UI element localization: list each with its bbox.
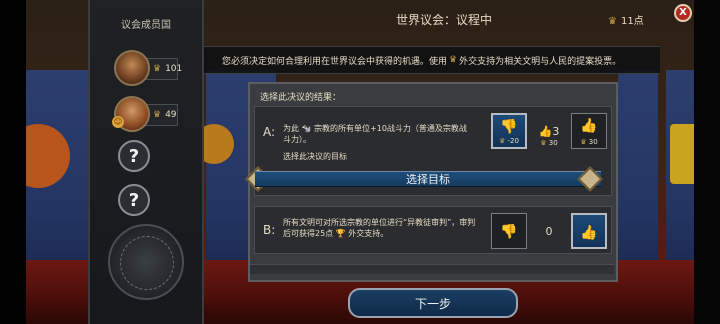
world-congress-emblem-icon: [108, 224, 184, 300]
vote-count: 0: [545, 224, 553, 238]
resolution-panel: 选择此决议的结果： A: 为此 🐄 宗教的所有单位+10战斗力（普通及宗教战斗力…: [245, 82, 618, 282]
notice-text-before: 您必须决定如何合理利用在世界议会中获得的机遇。使用: [222, 56, 448, 67]
notice-bar: 您必须决定如何合理利用在世界议会中获得的机遇。使用 ♛ 外交支持为相关文明与人民…: [204, 46, 660, 74]
member-votes: 101: [165, 64, 183, 74]
happy-status-icon: ☺: [112, 116, 124, 128]
next-step-button[interactable]: 下一步: [348, 288, 518, 318]
medal-icon: ♛: [153, 64, 162, 74]
points-display: ♛ 11点: [608, 12, 644, 27]
vote-cost: ♛ -20: [499, 137, 519, 145]
vote-up-button[interactable]: 👍 ♛ 30: [571, 113, 607, 149]
option-text: 所有文明可对所选宗教的单位进行“异教徒审判”，审判后可获得25点 🏆 外交支持。: [283, 218, 476, 238]
notice-text-after: 外交支持为相关文明与人民的提案投票。: [459, 56, 622, 67]
leader-portrait[interactable]: [114, 50, 150, 86]
member-votes: 49: [165, 110, 177, 120]
thumb-down-icon: 👎: [500, 119, 518, 135]
unknown-member-icon[interactable]: ?: [118, 184, 150, 216]
unknown-member-icon[interactable]: ?: [118, 140, 150, 172]
thumb-down-icon: 👎: [500, 224, 518, 240]
member-1[interactable]: ♛ 101: [114, 50, 182, 86]
banner-right: [666, 70, 694, 270]
thumb-up-icon: 👍: [580, 118, 598, 134]
vote-controls: 👎 ♛ -20 👍 3 ♛ 30 👍 ♛ 30: [491, 113, 607, 149]
vote-down-button[interactable]: 👎 ♛ -20: [491, 113, 527, 149]
vote-cost-value: 30: [588, 138, 598, 146]
medal-icon: ♛: [153, 110, 162, 120]
vote-cost: ♛ 30: [580, 138, 598, 146]
title-bar: 世界议会：议程中 ♛ 11点: [204, 0, 668, 36]
sidebar-title: 议会成员国: [121, 20, 171, 31]
vote-cost-value: 30: [548, 139, 558, 147]
option-letter: B:: [263, 223, 276, 237]
vote-up-button[interactable]: 👍: [571, 213, 607, 249]
option-letter: A:: [263, 125, 276, 139]
target-subheading: 选择此决议的目标: [283, 152, 347, 161]
thumb-up-icon: 👍: [580, 225, 598, 241]
option-a: A: 为此 🐄 宗教的所有单位+10战斗力（普通及宗教战斗力）。 选择此决议的目…: [245, 106, 612, 196]
letterbox-left: [0, 0, 26, 324]
vote-cost-value: -20: [507, 137, 519, 145]
vote-down-button[interactable]: 👎: [491, 213, 527, 249]
panel-footer-strip: [250, 264, 614, 274]
medal-icon: ♛: [449, 55, 458, 65]
flame-emblem-icon: [26, 124, 70, 188]
panel-heading: 选择此决议的结果：: [260, 93, 342, 103]
option-b: B: 所有文明可对所选宗教的单位进行“异教徒审判”，审判后可获得25点 🏆 外交…: [254, 206, 612, 254]
vote-cost: ♛ 30: [540, 139, 558, 147]
member-sidebar: 议会成员国 ♛ 101 ♛ 49 ☺ ? ?: [88, 0, 204, 324]
close-button[interactable]: X: [674, 4, 692, 22]
thumb-up-icon: 👍: [538, 124, 553, 138]
select-target-button[interactable]: 选择目标: [255, 171, 601, 187]
vote-count-value: 3: [552, 124, 560, 138]
vote-count: 👍 3 ♛ 30: [531, 113, 567, 149]
option-text: 为此 🐄 宗教的所有单位+10战斗力（普通及宗教战斗力）。: [283, 124, 467, 144]
letterbox-right: [694, 0, 720, 324]
banner-mid-right: [618, 70, 658, 270]
points-value: 11点: [620, 16, 644, 27]
medal-icon: ♛: [608, 16, 617, 27]
vote-controls: 👎 0 👍: [491, 213, 607, 249]
cross-emblem-icon: [670, 124, 694, 184]
